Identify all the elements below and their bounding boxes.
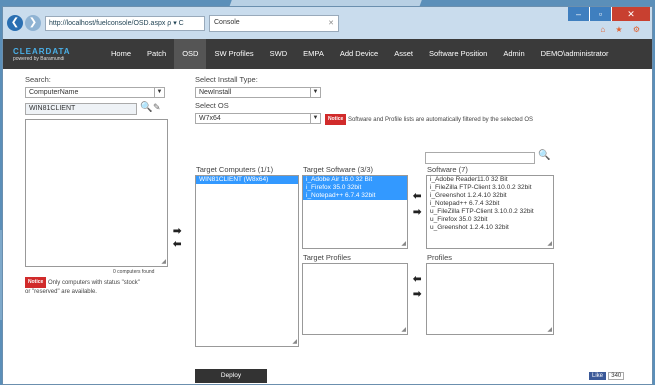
target-profiles-title: Target Profiles: [303, 253, 351, 262]
computers-found-count: 0 computers found: [113, 269, 155, 275]
search-input[interactable]: WIN81CLIENT: [25, 103, 137, 115]
software-title: Software (7): [427, 165, 468, 174]
software-search-input[interactable]: [425, 152, 535, 164]
search-icon[interactable]: 🔍: [140, 102, 152, 113]
notice-text-line2: or "reserved" are available.: [25, 289, 97, 296]
search-label: Search:: [25, 75, 51, 84]
back-button[interactable]: ❮: [7, 15, 23, 31]
list-item[interactable]: u_FileZilla FTP-Client 3.10.0.2 32bit: [427, 208, 553, 216]
nav-osd[interactable]: OSD: [174, 39, 207, 69]
nav-sw-profiles[interactable]: SW Profiles: [206, 39, 261, 69]
resize-grip-icon[interactable]: ◢: [161, 259, 166, 265]
os-value: W7x64: [199, 115, 221, 122]
target-computers-title: Target Computers (1/1): [196, 165, 274, 174]
nav-admin[interactable]: Admin: [495, 39, 532, 69]
software-list[interactable]: i_Adobe Reader11.0 32 Bit i_FileZilla FT…: [426, 175, 554, 249]
os-select[interactable]: W7x64 ▼: [195, 113, 321, 124]
target-computers-list[interactable]: WIN81CLIENT (W8x64) ◢: [195, 175, 299, 347]
search-icon[interactable]: 🔍: [538, 150, 550, 161]
browser-tab[interactable]: Console ✕: [209, 15, 339, 32]
target-software-list[interactable]: i_Adobe Air 16.0 32 Bit i_Firefox 35.0 3…: [302, 175, 408, 249]
add-computer-arrow-icon[interactable]: ➡: [173, 226, 181, 237]
close-tab-icon[interactable]: ✕: [328, 19, 334, 27]
deploy-button[interactable]: Deploy: [195, 369, 267, 383]
install-type-value: NewInstall: [199, 89, 232, 96]
forward-button[interactable]: ❯: [25, 15, 41, 31]
resize-grip-icon[interactable]: ◢: [547, 327, 552, 333]
search-field-select[interactable]: ComputerName ▼: [25, 87, 165, 98]
list-item[interactable]: u_Greenshot 1.2.4.10 32bit: [427, 224, 553, 232]
like-count: 340: [608, 371, 625, 380]
chevron-down-icon: ▼: [310, 88, 320, 97]
list-item[interactable]: i_Adobe Air 16.0 32 Bit: [303, 176, 407, 184]
list-item[interactable]: i_FileZilla FTP-Client 3.10.0.2 32bit: [427, 184, 553, 192]
brand-name: CLEARDATA: [13, 46, 71, 56]
address-controls[interactable]: ρ ▾ C: [167, 20, 183, 27]
nav-user[interactable]: DEMO\administrator: [533, 39, 617, 69]
nav-software-position[interactable]: Software Position: [421, 39, 495, 69]
close-window-button[interactable]: ✕: [612, 7, 650, 21]
resize-grip-icon[interactable]: ◢: [401, 327, 406, 333]
resize-grip-icon[interactable]: ◢: [547, 241, 552, 247]
notice-badge: Notice: [25, 277, 47, 288]
minimize-button[interactable]: ‒: [568, 7, 590, 21]
list-item[interactable]: i_Notepad++ 6.7.4 32bit: [303, 192, 407, 200]
list-item[interactable]: i_Adobe Reader11.0 32 Bit: [427, 176, 553, 184]
nav-empa[interactable]: EMPA: [295, 39, 332, 69]
notice-badge: Notice: [325, 114, 347, 125]
osd-page: Search: ComputerName ▼ WIN81CLIENT 🔍 ✎ ◢…: [3, 69, 652, 384]
like-button[interactable]: Like: [589, 371, 607, 380]
add-software-arrow-icon[interactable]: ➡: [413, 207, 421, 218]
maximize-button[interactable]: ▫: [590, 7, 612, 21]
address-bar[interactable]: http://localhost/fuelconsole/OSD.aspx ρ …: [45, 16, 205, 31]
nav-home[interactable]: Home: [103, 39, 139, 69]
computer-results-list[interactable]: ◢: [25, 119, 168, 267]
profiles-title: Profiles: [427, 253, 453, 262]
browser-chrome: ❮ ❯ http://localhost/fuelconsole/OSD.asp…: [3, 7, 652, 39]
install-type-label: Select Install Type:: [195, 75, 258, 84]
search-field-value: ComputerName: [29, 89, 79, 96]
address-text: http://localhost/fuelconsole/OSD.aspx: [49, 20, 166, 27]
brand-subtitle: powered by Baramundi: [13, 55, 65, 62]
remove-software-arrow-icon[interactable]: ⬅: [413, 191, 421, 202]
install-type-select[interactable]: NewInstall ▼: [195, 87, 321, 98]
app-navbar: CLEARDATA powered by Baramundi Home Patc…: [3, 39, 652, 69]
left-notice: Notice Only computers with status "stock…: [25, 277, 140, 297]
list-item[interactable]: i_Greenshot 1.2.4.10 32bit: [427, 192, 553, 200]
nav-swd[interactable]: SWD: [262, 39, 296, 69]
main-nav: Home Patch OSD SW Profiles SWD EMPA Add …: [103, 39, 617, 69]
os-notice-text: Software and Profile lists are automatic…: [347, 117, 534, 124]
clear-search-icon[interactable]: ✎: [153, 102, 161, 113]
tab-title: Console: [214, 19, 240, 26]
remove-profile-arrow-icon[interactable]: ⬅: [413, 274, 421, 285]
os-label: Select OS: [195, 101, 229, 110]
window-controls: ‒ ▫ ✕: [568, 7, 650, 21]
profiles-list[interactable]: ◢: [426, 263, 554, 335]
resize-grip-icon[interactable]: ◢: [401, 241, 406, 247]
nav-patch[interactable]: Patch: [139, 39, 174, 69]
cleardata-logo[interactable]: CLEARDATA powered by Baramundi: [3, 47, 103, 62]
chevron-down-icon: ▼: [310, 114, 320, 123]
target-software-title: Target Software (3/3): [303, 165, 374, 174]
add-profile-arrow-icon[interactable]: ➡: [413, 289, 421, 300]
list-item[interactable]: i_Firefox 35.0 32bit: [303, 184, 407, 192]
os-notice: Notice Software and Profile lists are au…: [325, 114, 533, 125]
browser-tool-icons[interactable]: ⌂ ★ ⚙: [600, 25, 644, 34]
nav-asset[interactable]: Asset: [386, 39, 421, 69]
list-item[interactable]: WIN81CLIENT (W8x64): [196, 176, 298, 184]
facebook-like[interactable]: Like 340: [589, 371, 625, 380]
remove-computer-arrow-icon[interactable]: ⬅: [173, 239, 181, 250]
chevron-down-icon: ▼: [154, 88, 164, 97]
resize-grip-icon[interactable]: ◢: [292, 339, 297, 345]
list-item[interactable]: i_Notepad++ 6.7.4 32bit: [427, 200, 553, 208]
notice-text-line1: Only computers with status "stock": [47, 280, 140, 287]
browser-window: ❮ ❯ http://localhost/fuelconsole/OSD.asp…: [2, 6, 653, 385]
list-item[interactable]: u_Firefox 35.0 32bit: [427, 216, 553, 224]
nav-add-device[interactable]: Add Device: [332, 39, 386, 69]
target-profiles-list[interactable]: ◢: [302, 263, 408, 335]
